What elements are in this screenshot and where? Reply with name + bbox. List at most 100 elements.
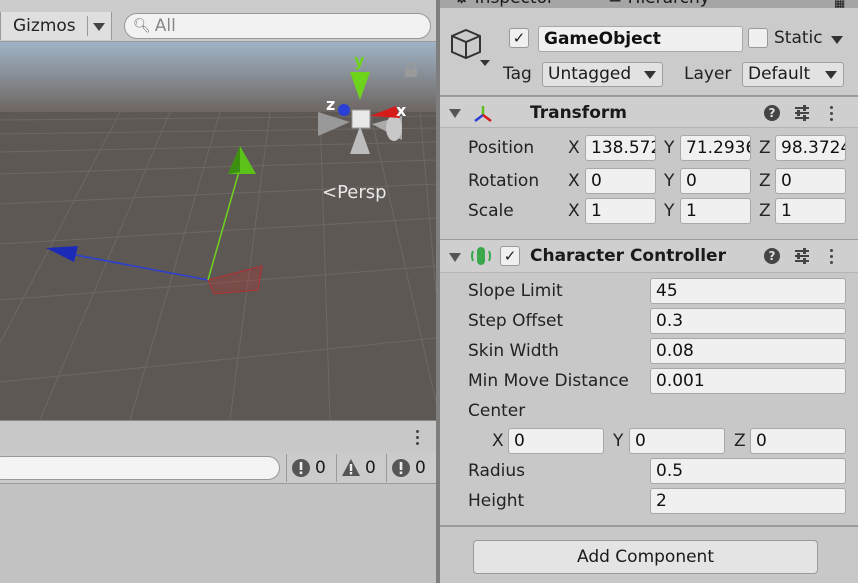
layer-value: Default	[748, 64, 811, 84]
info-count: 0	[415, 458, 426, 478]
min-move-distance-field[interactable]: 0.001	[650, 368, 846, 394]
scale-y-field[interactable]: 1	[680, 198, 751, 224]
position-y-label[interactable]: Y	[664, 138, 674, 158]
layer-label: Layer	[684, 64, 732, 84]
static-label: Static	[774, 28, 823, 48]
center-z-field[interactable]: 0	[750, 428, 846, 454]
add-component-label: Add Component	[576, 547, 714, 567]
tab-inspector[interactable]: ⚙ Inspector	[454, 0, 554, 8]
warning-count: 0	[365, 458, 376, 478]
skin-width-label[interactable]: Skin Width	[468, 341, 559, 361]
static-dropdown-icon[interactable]	[831, 36, 843, 44]
persp-chevron-icon: <	[322, 182, 338, 203]
center-y-field[interactable]: 0	[629, 428, 725, 454]
warning-icon	[342, 459, 360, 476]
transform-axes-icon	[474, 106, 492, 122]
scene-search-input[interactable]: 🔍︎ All	[124, 13, 431, 39]
tab-inspector-label: Inspector	[475, 0, 554, 8]
character-controller-enabled-checkbox[interactable]: ✓	[500, 246, 520, 266]
tab-hierarchy-label: Hierarchy	[628, 0, 710, 8]
object-name-field[interactable]: GameObject	[538, 26, 743, 52]
center-label: Center	[468, 401, 526, 421]
tab-more-icon[interactable]: ▦	[834, 0, 845, 8]
presets-icon[interactable]	[793, 247, 811, 265]
center-y-label[interactable]: Y	[613, 431, 623, 451]
radius-label[interactable]: Radius	[468, 461, 525, 481]
radius-field[interactable]: 0.5	[650, 458, 846, 484]
error-count: 0	[315, 458, 326, 478]
search-icon: 🔍︎	[133, 18, 151, 34]
scale-x-label[interactable]: X	[568, 201, 580, 221]
position-x-label[interactable]: X	[568, 138, 580, 158]
gizmos-separator	[87, 16, 88, 36]
rotation-x-label[interactable]: X	[568, 171, 580, 191]
persp-label[interactable]: <Persp	[322, 182, 387, 203]
help-icon[interactable]: ?	[764, 105, 780, 121]
center-z-label[interactable]: Z	[734, 431, 746, 451]
character-controller-more-icon[interactable]	[830, 249, 834, 267]
slope-limit-field[interactable]: 45	[650, 278, 846, 304]
transform-title: Transform	[530, 103, 627, 123]
console-tab-bar	[0, 420, 436, 452]
transform-more-icon[interactable]	[830, 106, 834, 124]
position-y-field[interactable]: 71.2936	[680, 135, 751, 161]
position-z-field[interactable]: 98.3724	[775, 135, 846, 161]
transform-foldout-icon[interactable]	[449, 109, 461, 118]
orientation-gizmo[interactable]: y z x	[316, 50, 416, 162]
min-move-distance-label[interactable]: Min Move Distance	[468, 371, 629, 391]
info-count-toggle[interactable]: 0	[386, 454, 426, 482]
static-checkbox[interactable]	[748, 28, 768, 48]
center-x-field[interactable]: 0	[508, 428, 604, 454]
component-divider	[440, 525, 858, 527]
presets-icon[interactable]	[793, 104, 811, 122]
add-component-button[interactable]: Add Component	[473, 540, 818, 574]
height-label[interactable]: Height	[468, 491, 524, 511]
tag-value: Untagged	[548, 64, 632, 84]
axis-label-x: x	[396, 101, 407, 120]
scale-z-field[interactable]: 1	[775, 198, 846, 224]
chevron-down-icon	[825, 71, 837, 79]
scale-z-label[interactable]: Z	[759, 201, 771, 221]
scene-search-placeholder: All	[154, 16, 176, 36]
position-z-label[interactable]: Z	[759, 138, 771, 158]
chevron-down-icon	[644, 71, 656, 79]
console-more-icon[interactable]	[416, 430, 420, 448]
rotation-y-field[interactable]: 0	[680, 168, 751, 194]
error-count-toggle[interactable]: 0	[286, 454, 326, 482]
character-controller-foldout-icon[interactable]	[449, 253, 461, 262]
gizmos-label: Gizmos	[13, 16, 76, 36]
step-offset-label[interactable]: Step Offset	[468, 311, 563, 331]
console-search-input[interactable]	[0, 456, 280, 480]
cube-icon[interactable]	[450, 26, 492, 70]
chevron-down-icon[interactable]	[93, 23, 105, 31]
rotation-x-field[interactable]: 0	[585, 168, 656, 194]
center-x-label[interactable]: X	[492, 431, 504, 451]
tag-dropdown[interactable]: Untagged	[542, 62, 663, 87]
rotation-z-field[interactable]: 0	[775, 168, 846, 194]
skin-width-field[interactable]: 0.08	[650, 338, 846, 364]
scale-y-label[interactable]: Y	[664, 201, 674, 221]
height-field[interactable]: 2	[650, 488, 846, 514]
gizmos-button[interactable]: Gizmos	[0, 12, 112, 40]
error-icon	[292, 459, 310, 477]
character-controller-title: Character Controller	[530, 246, 726, 266]
help-icon[interactable]: ?	[764, 248, 780, 264]
position-x-field[interactable]: 138.572	[585, 135, 656, 161]
character-controller-icon	[471, 247, 491, 265]
lock-icon[interactable]	[404, 62, 418, 78]
inspector-tab-bar: ⚙ Inspector ≡ Hierarchy ▦	[440, 0, 858, 8]
scale-label: Scale	[468, 201, 514, 221]
active-checkbox[interactable]: ✓	[509, 28, 529, 48]
axis-label-z: z	[326, 95, 335, 114]
warning-count-toggle[interactable]: 0	[336, 454, 376, 482]
slope-limit-label[interactable]: Slope Limit	[468, 281, 563, 301]
scale-x-field[interactable]: 1	[585, 198, 656, 224]
tab-hierarchy[interactable]: ≡ Hierarchy	[608, 0, 710, 8]
axis-label-y: y	[354, 51, 365, 70]
rotation-y-label[interactable]: Y	[664, 171, 674, 191]
step-offset-field[interactable]: 0.3	[650, 308, 846, 334]
rotation-z-label[interactable]: Z	[759, 171, 771, 191]
layer-dropdown[interactable]: Default	[742, 62, 844, 87]
position-label: Position	[468, 138, 535, 158]
persp-text: Persp	[337, 182, 387, 203]
